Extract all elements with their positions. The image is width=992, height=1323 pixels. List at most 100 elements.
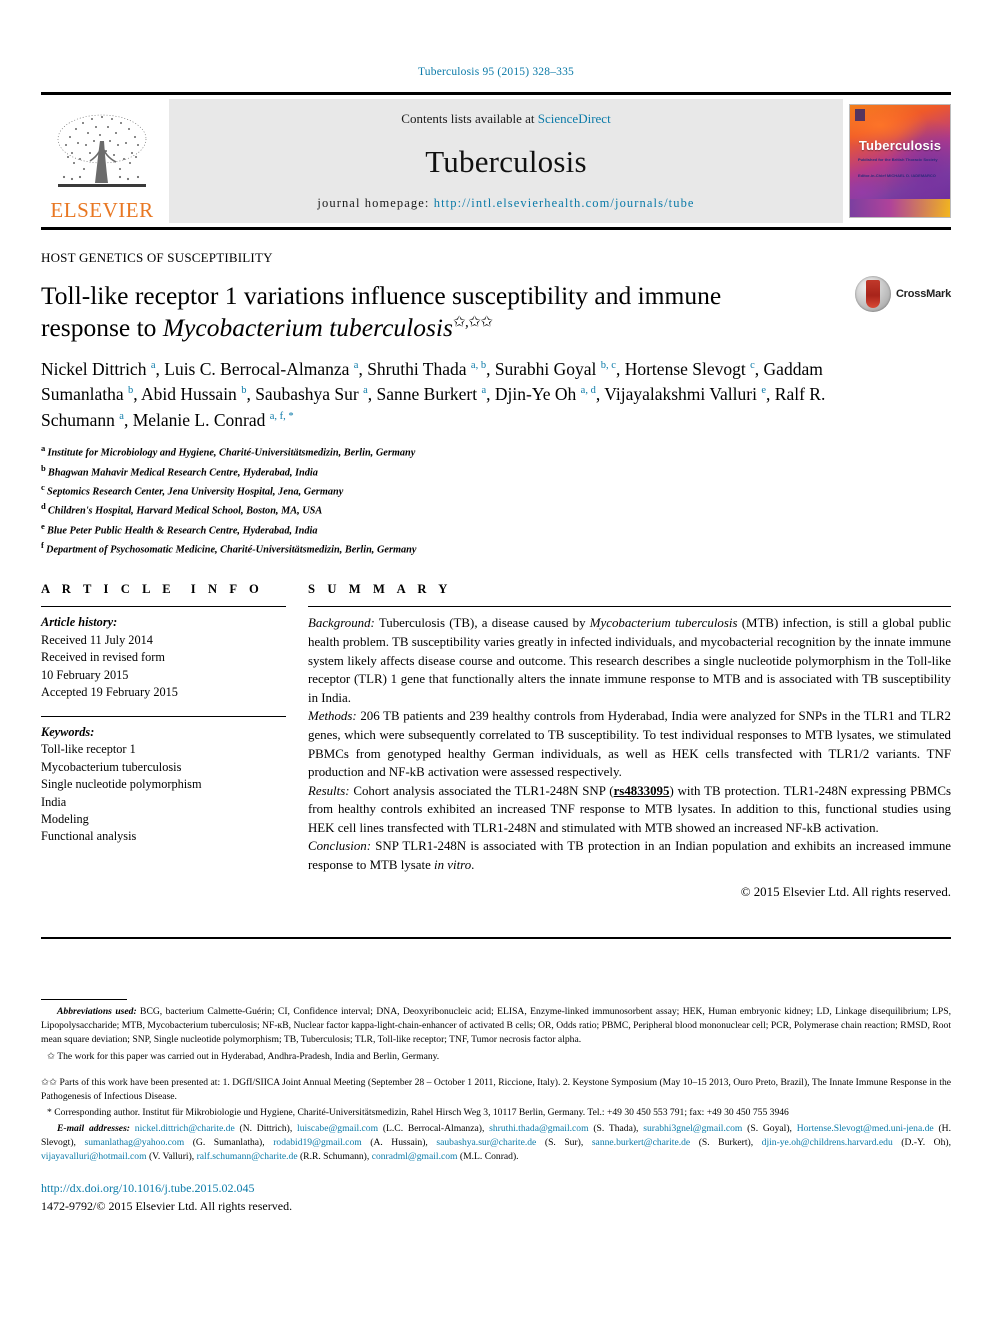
background-italic: Mycobacterium tuberculosis (589, 616, 738, 631)
title-footnote-markers: ✩,✩✩ (452, 314, 493, 331)
email-owner: (S. Sur) (536, 1137, 581, 1149)
email-list: nickel.dittrich@charite.de (N. Dittrich)… (41, 1123, 951, 1163)
keyword-item: India (41, 794, 67, 809)
email-link[interactable]: djin-ye.oh@childrens.harvard.edu (762, 1137, 893, 1148)
email-link[interactable]: nickel.dittrich@charite.de (135, 1123, 235, 1134)
author-affiliation-marker: a (363, 385, 368, 397)
email-link[interactable]: sanne.burkert@charite.de (592, 1137, 690, 1148)
summary-copyright: © 2015 Elsevier Ltd. All rights reserved… (740, 884, 951, 899)
background-text-a: Tuberculosis (TB), a disease caused by (374, 616, 590, 631)
affiliation-item: d Children's Hospital, Harvard Medical S… (41, 500, 951, 519)
article-history-label: Article history: (41, 615, 118, 630)
email-owner: (A. Hussain) (361, 1137, 426, 1149)
affiliation-item: e Blue Peter Public Health & Research Ce… (41, 520, 951, 539)
email-link[interactable]: Hortense.Slevogt@med.uni-jena.de (797, 1123, 934, 1134)
email-link[interactable]: ralf.schumann@charite.de (197, 1151, 298, 1162)
crossmark-label: CrossMark (895, 288, 951, 300)
abbreviations-label: Abbreviations used: (57, 1006, 137, 1018)
author-name: Sanne Burkert a (376, 384, 487, 405)
email-link[interactable]: sumanlathag@yahoo.com (84, 1137, 184, 1148)
affiliation-text: Children's Hospital, Harvard Medical Sch… (47, 505, 323, 517)
footer-doi-block: http://dx.doi.org/10.1016/j.tube.2015.02… (41, 1180, 951, 1215)
author-name: Luis C. Berrocal-Almanza a (164, 358, 359, 379)
affiliation-item: f Department of Psychosomatic Medicine, … (41, 539, 951, 558)
email-owner: (L.C. Berrocal-Almanza) (378, 1123, 482, 1135)
affiliation-text: Bhagwan Mahavir Medical Research Centre,… (47, 467, 318, 479)
email-owner: (R.R. Schumann) (297, 1151, 367, 1163)
journal-masthead: ELSEVIER Contents lists available at Sci… (41, 92, 951, 230)
article-history-block: Article history: Received 11 July 2014 Re… (41, 607, 286, 701)
email-owner: (N. Dittrich) (234, 1123, 290, 1135)
conclusion-text-b: . (471, 857, 475, 872)
email-owner: (D.-Y. Oh) (892, 1137, 949, 1149)
author-name: Djin-Ye Oh a, d (494, 384, 596, 405)
snp-rs-link[interactable]: rs4833095 (614, 784, 670, 798)
keyword-item: Functional analysis (41, 829, 137, 844)
author-affiliation-marker: b (128, 385, 134, 397)
journal-cover-thumbnail: Tuberculosis Published for the British T… (849, 104, 951, 218)
author-affiliation-marker: a (353, 359, 359, 371)
email-link[interactable]: saubashya.sur@charite.de (436, 1137, 536, 1148)
summary-conclusion: Conclusion: SNP TLR1-248N is associated … (308, 837, 951, 874)
journal-homepage-link[interactable]: http://intl.elsevierhealth.com/journals/… (434, 196, 695, 210)
contents-available-line: Contents lists available at ScienceDirec… (401, 111, 610, 127)
running-head: Tuberculosis 95 (2015) 328–335 (417, 66, 575, 78)
author-affiliation-marker: a (481, 385, 487, 397)
article-history-line: 10 February 2015 (41, 667, 129, 682)
author-list: Nickel Dittrich a, Luis C. Berrocal-Alma… (41, 358, 826, 430)
cover-elsevier-mark (855, 109, 865, 121)
abbreviations-text: BCG, bacterium Calmette-Guérin; CI, Conf… (41, 1006, 951, 1045)
author-affiliation-marker: e (761, 385, 767, 397)
keyword-item: Mycobacterium tuberculosis (41, 759, 182, 774)
issn-copyright-line: 1472-9792/© 2015 Elsevier Ltd. All right… (41, 1198, 293, 1213)
journal-homepage-line: journal homepage: http://intl.elsevierhe… (317, 196, 694, 211)
author-name: Nickel Dittrich a (41, 358, 156, 379)
abbreviations-footnote: Abbreviations used: BCG, bacterium Calme… (41, 1005, 951, 1047)
cover-subtitle-1: Published for the British Thoracic Socie… (858, 157, 938, 162)
footnote-separator (41, 999, 127, 1001)
journal-article-page: Tuberculosis 95 (2015) 328–335 ELSEVIER … (0, 0, 992, 1323)
email-link[interactable]: shruthi.thada@gmail.com (489, 1123, 588, 1134)
email-owner: (M.L. Conrad) (457, 1151, 517, 1163)
crossmark-badge[interactable]: CrossMark (854, 276, 951, 312)
contents-prefix: Contents lists available at (401, 111, 538, 126)
double-star-footnote: ✩✩ Parts of this work have been presente… (41, 1076, 951, 1104)
crossmark-icon (854, 276, 891, 312)
affiliation-list: a Institute for Microbiology and Hygiene… (41, 442, 951, 558)
cover-subtitle-2: Editor-in-Chief MICHAEL D. IADEMARCO (858, 173, 936, 178)
summary-heading: S U M M A R Y (308, 582, 452, 597)
email-owner: (S. Burkert) (690, 1137, 751, 1149)
summary-column: S U M M A R Y Background: Tuberculosis (… (308, 582, 951, 901)
conclusion-italic: in vitro (434, 857, 472, 872)
summary-methods: Methods: 206 TB patients and 239 healthy… (308, 707, 951, 781)
keyword-item: Toll-like receptor 1 (41, 742, 136, 757)
star-footnote: ✩ The work for this paper was carried ou… (41, 1050, 951, 1064)
background-label: Background: (308, 616, 375, 631)
sciencedirect-link[interactable]: ScienceDirect (538, 111, 611, 126)
affiliation-marker: b (41, 462, 48, 473)
email-link[interactable]: surabhi3gnel@gmail.com (643, 1123, 742, 1134)
page-title: Toll-like receptor 1 variations influenc… (41, 280, 811, 345)
affiliation-text: Department of Psychosomatic Medicine, Ch… (46, 544, 417, 556)
star-marker: ✩ (47, 1050, 56, 1062)
conclusion-text-a: SNP TLR1-248N is associated with TB prot… (308, 839, 951, 872)
email-link[interactable]: vijayavalluri@hotmail.com (41, 1151, 147, 1162)
doi-link[interactable]: http://dx.doi.org/10.1016/j.tube.2015.02… (41, 1180, 951, 1197)
author-name: Shruthi Thada a, b (367, 358, 487, 379)
email-link[interactable]: rodabid19@gmail.com (273, 1137, 362, 1148)
author-name: Hortense Slevogt c (624, 358, 755, 379)
affiliation-item: c Septomics Research Center, Jena Univer… (41, 481, 951, 500)
article-info-column: A R T I C L E I N F O Article history: R… (41, 582, 286, 901)
footnotes-block: Abbreviations used: BCG, bacterium Calme… (41, 999, 951, 1164)
elsevier-logo: ELSEVIER (41, 99, 163, 223)
email-owner: (G. Sumanlatha) (184, 1137, 263, 1149)
email-link[interactable]: luiscabe@gmail.com (297, 1123, 378, 1134)
double-star-text: Parts of this work have been presented a… (41, 1076, 951, 1102)
email-footnote: E-mail addresses: nickel.dittrich@charit… (41, 1122, 951, 1164)
author-affiliation-marker: a, d (580, 385, 596, 397)
email-link[interactable]: conradml@gmail.com (372, 1151, 458, 1162)
corresponding-text: Corresponding author. Institut für Mikro… (51, 1106, 789, 1118)
results-label: Results: (308, 783, 350, 798)
methods-label: Methods: (308, 709, 357, 724)
elsevier-wordmark: ELSEVIER (50, 198, 154, 222)
